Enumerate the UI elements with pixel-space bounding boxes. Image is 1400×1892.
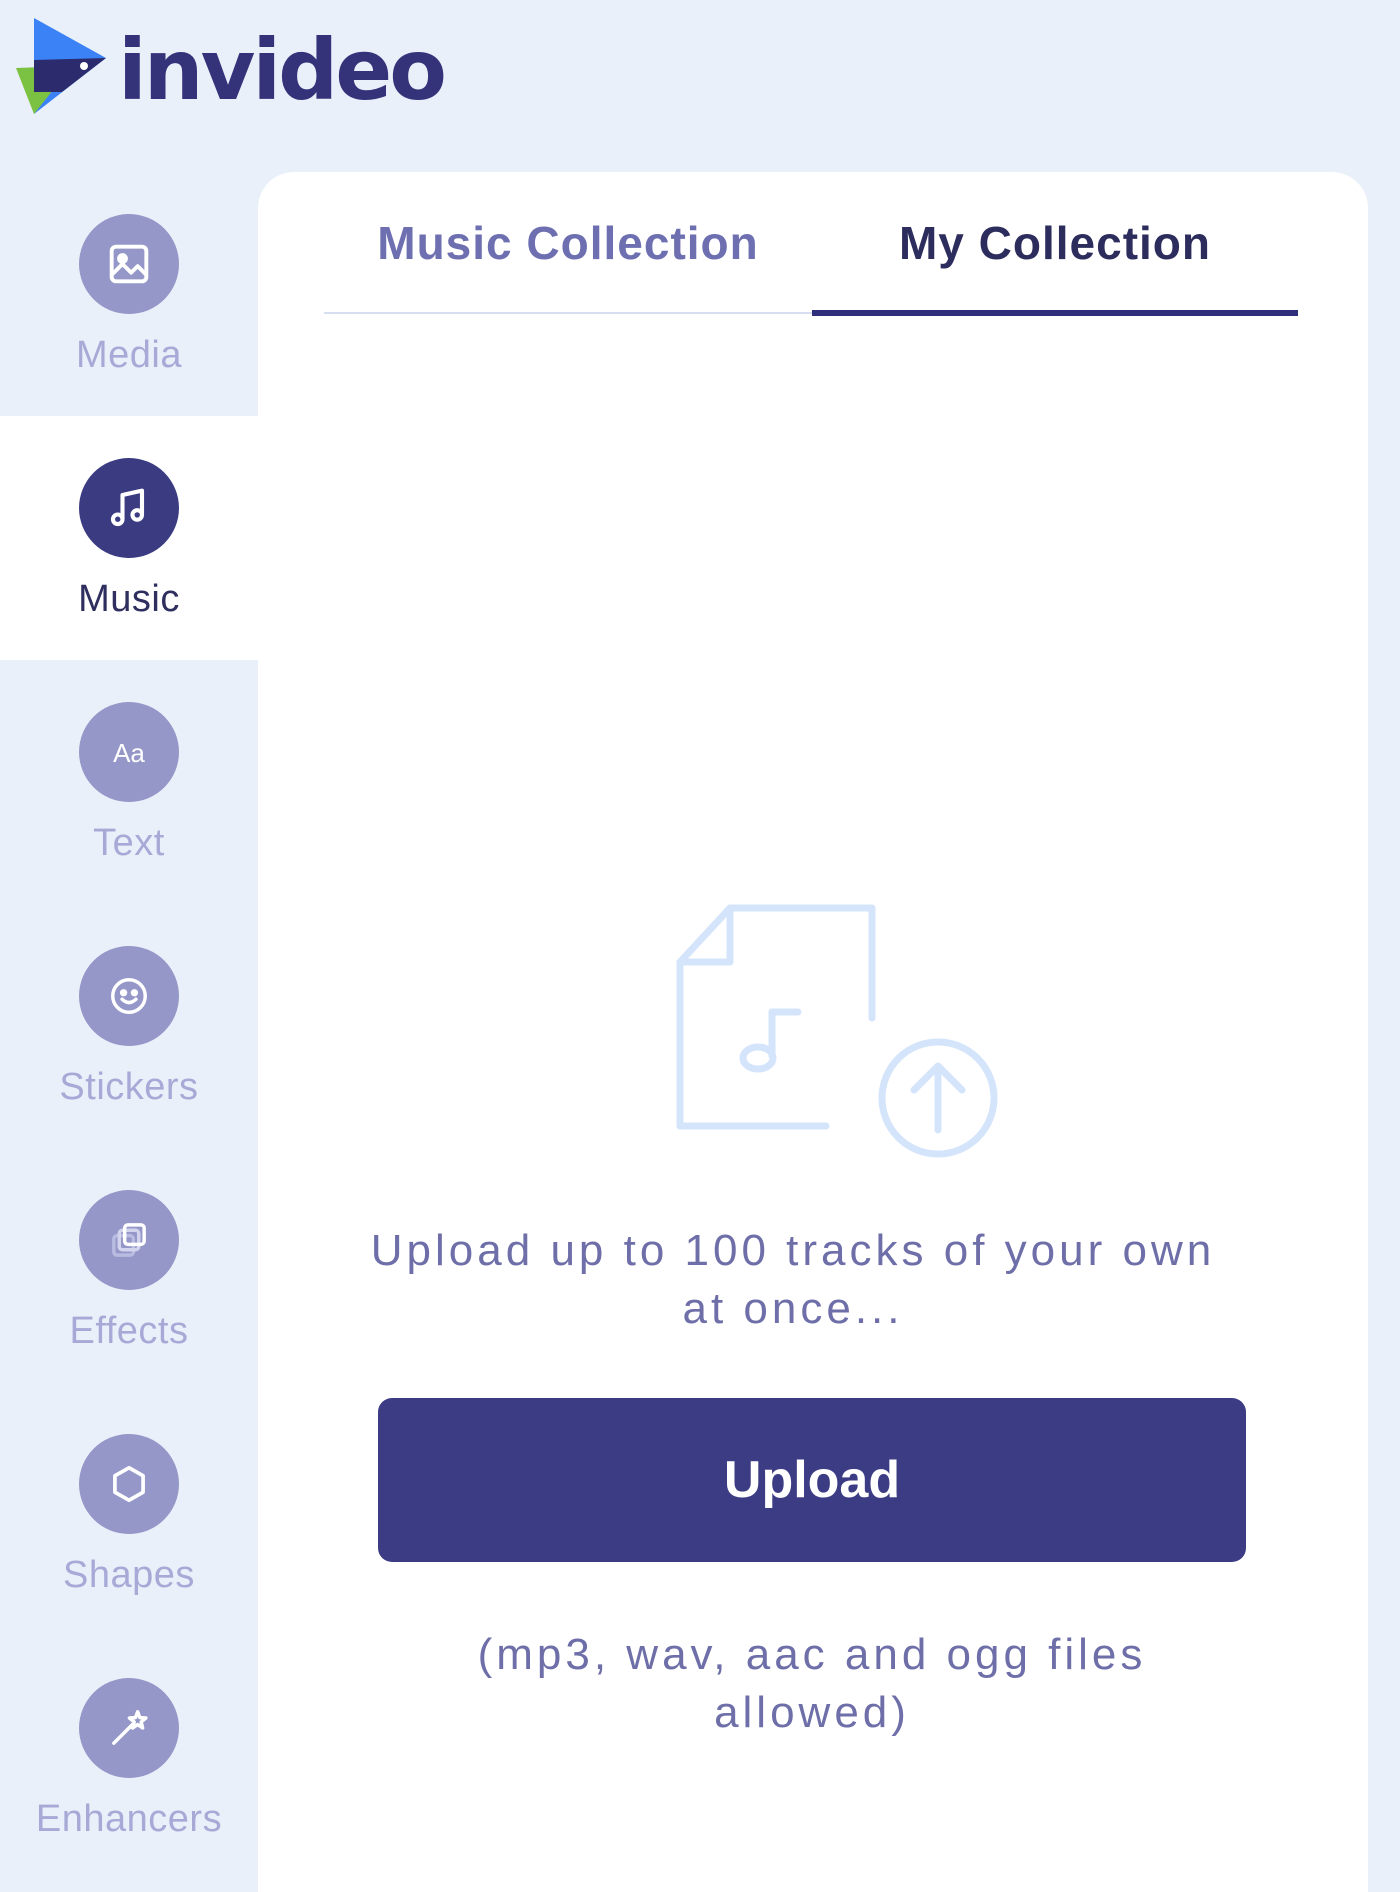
empty-state-message: Upload up to 100 tracks of your own at o…: [370, 1226, 1216, 1333]
hexagon-icon: [79, 1434, 179, 1534]
tab-my-collection[interactable]: My Collection: [812, 216, 1298, 316]
sidebar: Media Music Aa Text Stickers Effects Sha…: [0, 172, 258, 1867]
sidebar-item-enhancers[interactable]: Enhancers: [0, 1636, 258, 1880]
sidebar-item-label: Enhancers: [35, 1798, 223, 1840]
upload-button[interactable]: Upload: [378, 1398, 1246, 1562]
collection-tabs: Music Collection My Collection: [324, 172, 1298, 316]
sidebar-item-text[interactable]: Aa Text: [0, 660, 258, 904]
invideo-logo-icon: [16, 18, 106, 114]
text-aa-icon: Aa: [79, 702, 179, 802]
image-icon: [79, 214, 179, 314]
sidebar-item-label: Shapes: [63, 1554, 195, 1596]
sidebar-item-effects[interactable]: Effects: [0, 1148, 258, 1392]
magic-wand-icon: [79, 1678, 179, 1778]
sidebar-item-label: Stickers: [59, 1066, 199, 1108]
sidebar-item-label: Effects: [69, 1310, 189, 1352]
music-file-upload-icon: [676, 904, 998, 1158]
smiley-icon: [79, 946, 179, 1046]
tab-music-collection[interactable]: Music Collection: [324, 216, 812, 316]
layers-icon: [79, 1190, 179, 1290]
invideo-logo[interactable]: invideo: [12, 14, 447, 126]
svg-text:Aa: Aa: [113, 738, 145, 768]
tab-label: My Collection: [898, 217, 1212, 269]
music-note-icon: [79, 458, 179, 558]
sidebar-item-label: Text: [93, 822, 165, 864]
brand-name: invideo: [118, 21, 447, 119]
sidebar-item-label: Music: [78, 578, 180, 620]
sidebar-item-media[interactable]: Media: [0, 172, 258, 416]
sidebar-item-music[interactable]: Music: [0, 416, 258, 660]
sidebar-item-label: Media: [76, 334, 182, 376]
sidebar-item-shapes[interactable]: Shapes: [0, 1392, 258, 1636]
active-tab-indicator: [812, 310, 1298, 316]
music-panel: Music Collection My Collection Upload up…: [258, 172, 1368, 1892]
tab-label: Music Collection: [377, 217, 759, 269]
sidebar-item-stickers[interactable]: Stickers: [0, 904, 258, 1148]
allowed-formats-note: (mp3, wav, aac and ogg files allowed): [477, 1630, 1147, 1737]
